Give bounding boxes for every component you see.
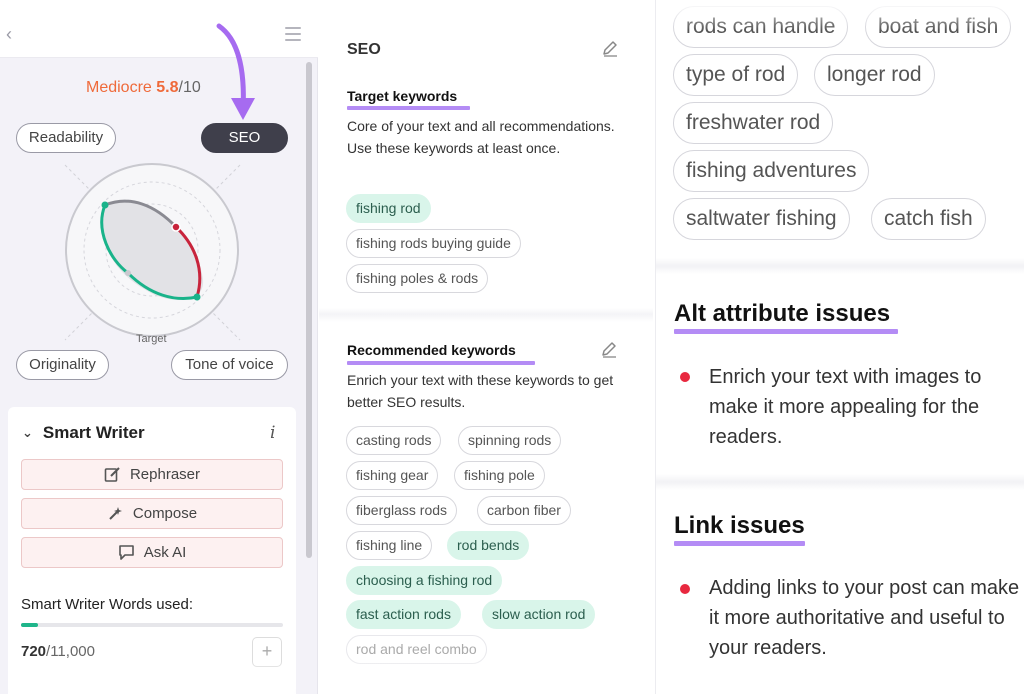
target-keywords-underline	[347, 106, 470, 110]
keyword-chip[interactable]: fast action rods	[346, 600, 461, 629]
target-keywords-title: Target keywords	[347, 88, 458, 104]
compose-label: Compose	[132, 505, 198, 522]
score-label: Mediocre	[86, 79, 152, 96]
content-analysis-panel: ‹ Mediocre 5.8/10 Readability SEO Target…	[0, 0, 318, 694]
pencil-icon[interactable]	[601, 39, 619, 57]
chevron-left-icon[interactable]: ‹	[6, 24, 18, 44]
annotation-arrow-icon	[216, 23, 255, 120]
recommended-keywords-title: Recommended keywords	[347, 342, 516, 358]
overall-score: Mediocre 5.8/10	[86, 79, 201, 97]
score-radar-chart	[64, 163, 241, 341]
keyword-chip[interactable]: saltwater fishing	[673, 198, 850, 240]
seo-heading: SEO	[347, 41, 381, 58]
compose-button[interactable]: Compose	[21, 498, 283, 529]
link-issues-underline	[674, 541, 805, 546]
tab-originality[interactable]: Originality	[16, 350, 109, 380]
smart-writer-card: ⌄ Smart Writer i Rephraser Compose Ask AI…	[8, 407, 296, 694]
keyword-chip[interactable]: carbon fiber	[477, 496, 571, 525]
edit-icon	[104, 467, 120, 482]
keyword-chip[interactable]: boat and fish	[865, 6, 1012, 48]
words-count: 720/11,000	[21, 643, 95, 660]
alt-issues-title: Alt attribute issues	[674, 300, 891, 327]
pencil-icon[interactable]	[600, 340, 618, 358]
smart-writer-header[interactable]: ⌄ Smart Writer	[22, 423, 145, 443]
words-used-label: Smart Writer Words used:	[21, 596, 193, 613]
score-value: 5.8	[156, 79, 179, 96]
keyword-chip[interactable]: rod and reel combo	[346, 635, 487, 664]
words-progress-fill	[21, 623, 39, 627]
alt-issues-underline	[674, 329, 898, 334]
alt-issues-text: Enrich your text with images to make it …	[709, 366, 982, 448]
keyword-chip[interactable]: catch fish	[871, 198, 986, 240]
target-keywords-description: Core of your text and all recommendation…	[347, 118, 615, 156]
keyword-chip[interactable]: fiberglass rods	[346, 496, 458, 525]
tab-readability[interactable]: Readability	[16, 123, 116, 153]
recommended-keywords-description: Enrich your text with these keywords to …	[347, 372, 614, 410]
keyword-chip[interactable]: longer rod	[814, 54, 935, 96]
section-divider	[656, 258, 1024, 274]
radar-target-label: Target	[136, 333, 167, 345]
seo-panel: SEO Target keywords Core of your text an…	[319, 0, 653, 694]
keyword-chip[interactable]: fishing rods buying guide	[346, 229, 521, 258]
issues-panel: rods can handle boat and fish type of ro…	[655, 0, 1024, 694]
chevron-down-icon[interactable]: ⌄	[22, 425, 33, 441]
tab-seo[interactable]: SEO	[201, 123, 288, 153]
recommended-keywords-underline	[347, 361, 535, 365]
link-issues-text: Adding links to your post can make it mo…	[709, 577, 1020, 659]
keyword-chip[interactable]: slow action rod	[482, 600, 596, 629]
ask-ai-button[interactable]: Ask AI	[21, 537, 283, 568]
keyword-chip[interactable]: fishing adventures	[673, 150, 870, 192]
keyword-chip[interactable]: type of rod	[673, 54, 799, 96]
keyword-chip[interactable]: casting rods	[346, 426, 442, 455]
keyword-chip[interactable]: fishing rod	[346, 194, 431, 223]
score-max: /10	[178, 79, 201, 96]
smart-writer-title: Smart Writer	[42, 423, 145, 442]
keyword-chip[interactable]: choosing a fishing rod	[346, 566, 503, 595]
info-icon[interactable]: i	[270, 423, 275, 443]
words-progress-bar	[21, 623, 283, 627]
keyword-chip[interactable]: fishing pole	[454, 461, 545, 490]
ask-ai-label: Ask AI	[143, 544, 187, 561]
rephraser-button[interactable]: Rephraser	[21, 459, 283, 490]
issue-bullet-icon	[680, 372, 690, 382]
hamburger-menu-icon[interactable]	[285, 27, 301, 41]
link-issues-title: Link issues	[674, 512, 805, 539]
keyword-chip[interactable]: freshwater rod	[673, 102, 834, 144]
section-divider	[656, 474, 1024, 490]
keyword-chip[interactable]: rod bends	[447, 531, 530, 560]
keyword-chip[interactable]: rods can handle	[673, 6, 849, 48]
panel-header: ‹	[0, 0, 318, 58]
chat-bubble-icon	[118, 545, 134, 560]
keyword-chip[interactable]: fishing gear	[346, 461, 439, 490]
keyword-chip[interactable]: spinning rods	[458, 426, 562, 455]
words-total-value: /11,000	[46, 643, 95, 660]
add-words-button[interactable]: +	[252, 637, 282, 667]
keyword-chip[interactable]: fishing line	[346, 531, 433, 560]
section-divider	[319, 308, 653, 322]
scrollbar[interactable]	[306, 62, 312, 558]
words-used-value: 720	[21, 643, 47, 660]
issue-bullet-icon	[680, 584, 690, 594]
keyword-chip[interactable]: fishing poles & rods	[346, 264, 489, 293]
magic-pen-icon	[109, 507, 122, 520]
tab-tone-of-voice[interactable]: Tone of voice	[171, 350, 288, 380]
rephraser-label: Rephraser	[129, 466, 201, 483]
